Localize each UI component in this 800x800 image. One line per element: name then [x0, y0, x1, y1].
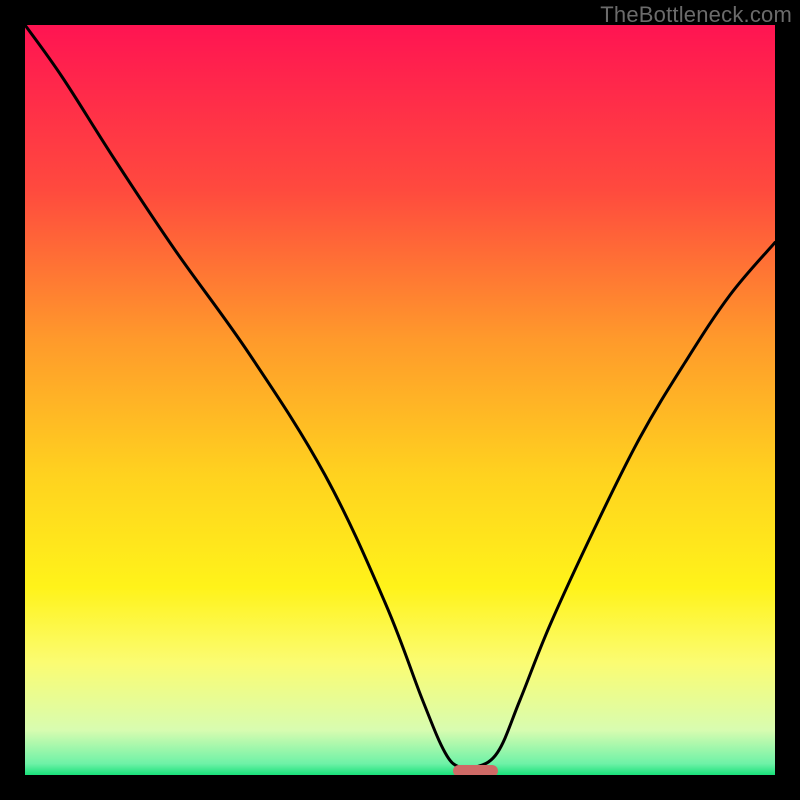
watermark-text: TheBottleneck.com: [600, 2, 792, 28]
plot-area: [25, 25, 775, 775]
line-series: [25, 25, 775, 775]
optimum-marker: [453, 765, 498, 776]
chart-frame: TheBottleneck.com: [0, 0, 800, 800]
